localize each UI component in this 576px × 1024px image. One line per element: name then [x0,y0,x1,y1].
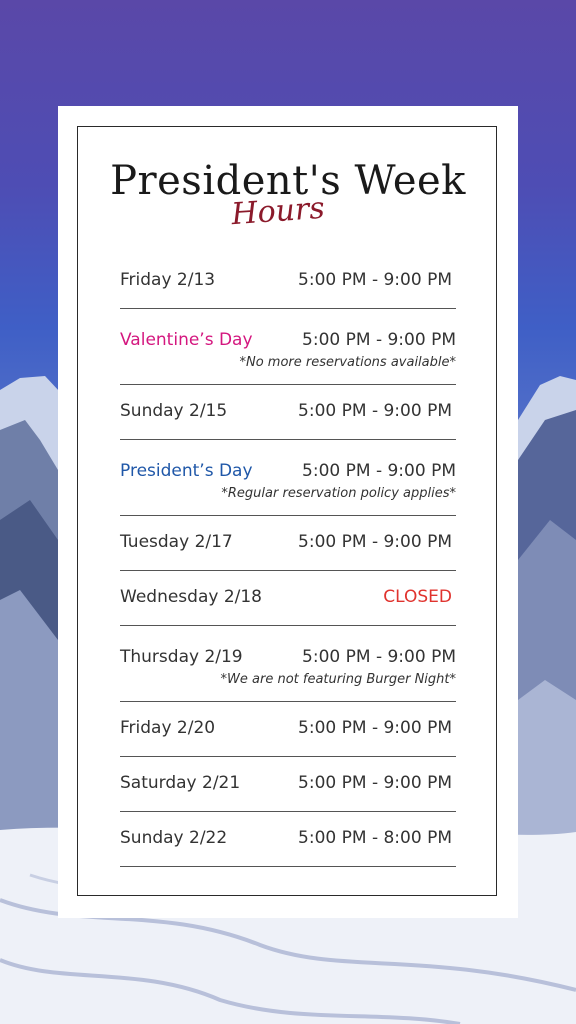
schedule-day: Sunday 2/22 [120,828,228,848]
schedule-time: 5:00 PM - 8:00 PM [298,828,452,848]
schedule-day: Tuesday 2/17 [120,532,233,552]
schedule-day: Valentine’s Day [120,330,253,350]
schedule-time: 5:00 PM - 9:00 PM [298,401,452,421]
schedule-row: Tuesday 2/17 5:00 PM - 9:00 PM [120,516,456,571]
closed-label: CLOSED [383,587,452,607]
schedule-row: Saturday 2/21 5:00 PM - 9:00 PM [120,757,456,812]
schedule-note: *We are not featuring Burger Night* [220,672,456,687]
schedule-row: Sunday 2/22 5:00 PM - 8:00 PM [120,812,456,867]
schedule-row: Friday 2/13 5:00 PM - 9:00 PM [120,254,456,309]
hours-card: President's Week Hours Friday 2/13 5:00 … [58,106,518,918]
schedule-row: President’s Day 5:00 PM - 9:00 PM *Regul… [120,440,456,516]
schedule-day: Friday 2/13 [120,270,216,290]
schedule-day: Thursday 2/19 [120,647,243,667]
schedule-time: 5:00 PM - 9:00 PM [302,330,456,350]
schedule-row: Valentine’s Day 5:00 PM - 9:00 PM *No mo… [120,309,456,385]
schedule-time: 5:00 PM - 9:00 PM [298,773,452,793]
schedule-row: Sunday 2/15 5:00 PM - 9:00 PM [120,385,456,440]
schedule-list: Friday 2/13 5:00 PM - 9:00 PM Valentine’… [120,254,456,867]
schedule-day: Friday 2/20 [120,718,216,738]
schedule-note: *No more reservations available* [239,355,456,370]
schedule-note: *Regular reservation policy applies* [221,486,456,501]
schedule-day: Wednesday 2/18 [120,587,263,607]
schedule-day: President’s Day [120,461,253,481]
schedule-row: Friday 2/20 5:00 PM - 9:00 PM [120,702,456,757]
schedule-time: 5:00 PM - 9:00 PM [302,461,456,481]
schedule-day: Sunday 2/15 [120,401,228,421]
schedule-time: 5:00 PM - 9:00 PM [298,718,452,738]
schedule-time: 5:00 PM - 9:00 PM [298,270,452,290]
schedule-row: Thursday 2/19 5:00 PM - 9:00 PM *We are … [120,626,456,702]
schedule-day: Saturday 2/21 [120,773,241,793]
schedule-time: 5:00 PM - 9:00 PM [302,647,456,667]
schedule-time: 5:00 PM - 9:00 PM [298,532,452,552]
schedule-row: Wednesday 2/18 CLOSED [120,571,456,626]
